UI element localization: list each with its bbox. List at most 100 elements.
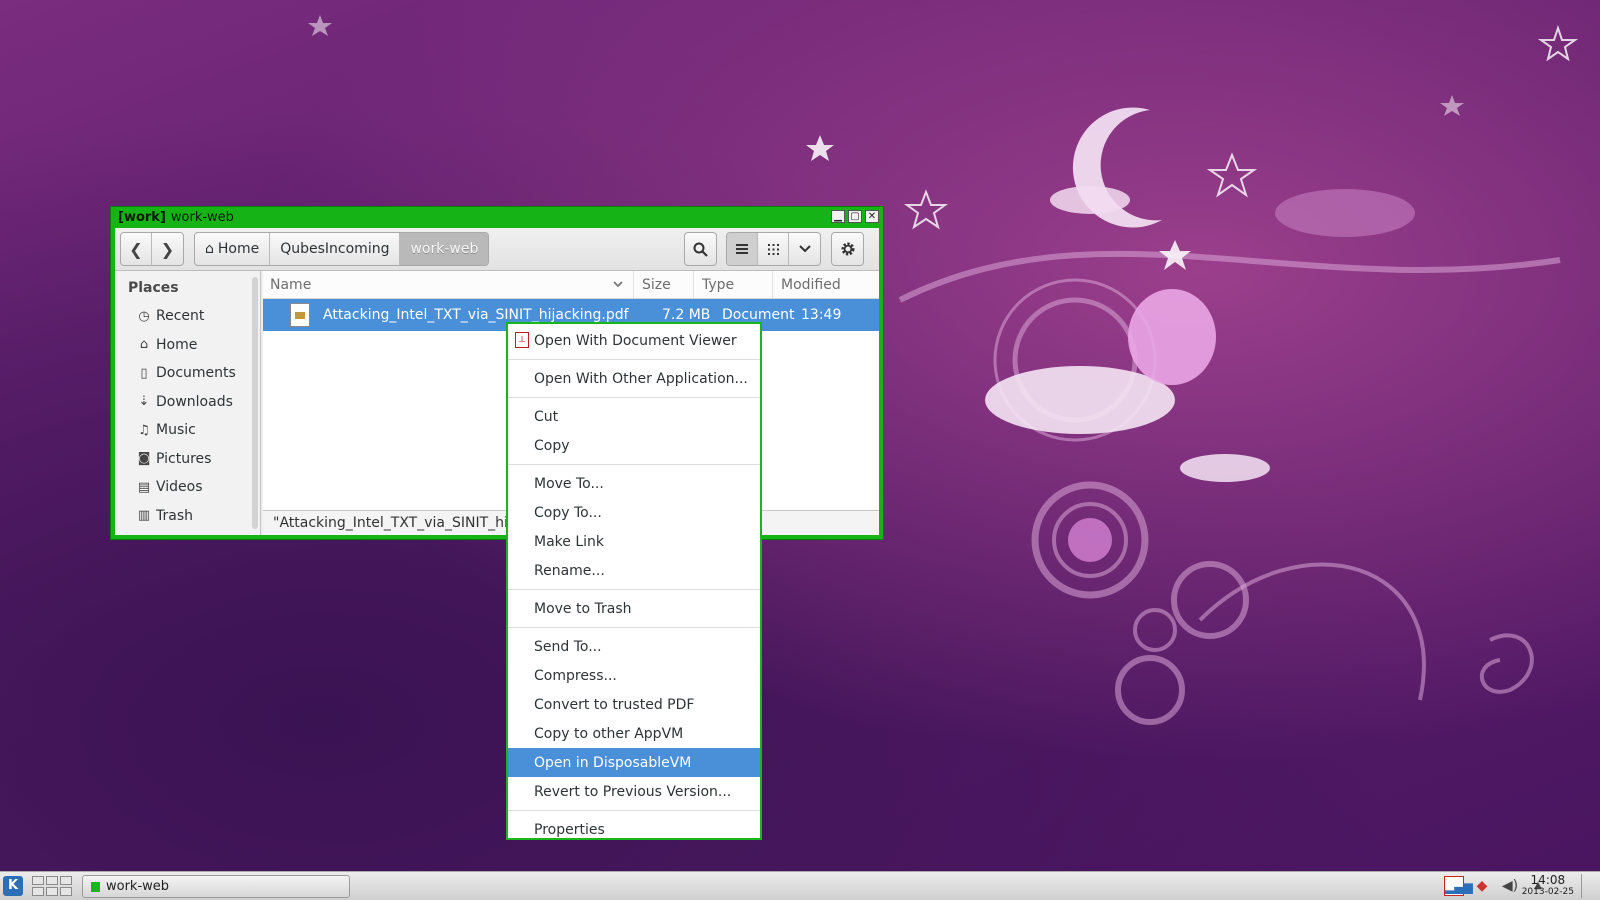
volume-icon[interactable]: ◀) bbox=[1500, 876, 1520, 896]
pager-desktop[interactable] bbox=[46, 887, 58, 896]
sidebar-item-home[interactable]: ⌂ Home bbox=[115, 331, 260, 360]
grid-view-button[interactable] bbox=[758, 233, 789, 265]
music-icon: ♫ bbox=[138, 422, 150, 438]
list-view-button[interactable] bbox=[727, 233, 758, 265]
sidebar-item-label: Downloads bbox=[156, 393, 233, 410]
menu-item-send-to[interactable]: Send To... bbox=[508, 632, 760, 661]
view-buttons bbox=[726, 232, 821, 266]
forward-button[interactable]: ❯ bbox=[152, 233, 183, 265]
menu-item-move-to[interactable]: Move To... bbox=[508, 469, 760, 498]
vm-color-icon bbox=[91, 881, 100, 892]
pdf-file-icon bbox=[290, 303, 310, 327]
menu-item-move-to-trash[interactable]: Move to Trash bbox=[508, 594, 760, 623]
window-title: work-web bbox=[170, 209, 234, 225]
sidebar-item-label: Trash bbox=[156, 507, 193, 524]
clock[interactable]: 14:08 2013-02-25 bbox=[1522, 874, 1574, 898]
sidebar-item-recent[interactable]: ◷ Recent bbox=[115, 302, 260, 331]
task-label: work-web bbox=[106, 879, 170, 894]
places-sidebar: Places ◷ Recent ⌂ Home ▯ Documents ⇣ Downloa… bbox=[115, 271, 261, 535]
settings-button-group bbox=[831, 232, 864, 266]
home-icon: ⌂ bbox=[139, 337, 149, 353]
menu-separator bbox=[508, 810, 760, 811]
column-header-size[interactable]: Size bbox=[634, 271, 694, 298]
menu-item-copy-to-other-appvm[interactable]: Copy to other AppVM bbox=[508, 719, 760, 748]
back-button[interactable]: ❮ bbox=[121, 233, 152, 265]
taskbar-task-work-web[interactable]: work-web bbox=[82, 875, 350, 898]
column-header-name[interactable]: Name bbox=[263, 271, 634, 298]
menu-item-label: Open With Document Viewer bbox=[534, 332, 737, 349]
sidebar-scrollbar[interactable] bbox=[252, 277, 258, 529]
menu-item-copy[interactable]: Copy bbox=[508, 431, 760, 460]
close-button[interactable]: ✕ bbox=[865, 210, 879, 223]
pdf-viewer-icon: ⟂ bbox=[515, 332, 529, 348]
sidebar-item-pictures[interactable]: ◙ Pictures bbox=[115, 445, 260, 474]
menu-item-make-link[interactable]: Make Link bbox=[508, 527, 760, 556]
pager-desktop[interactable] bbox=[46, 876, 58, 885]
vm-domain-label: [work] bbox=[118, 209, 166, 225]
sidebar-item-trash[interactable]: ▥ Trash bbox=[115, 502, 260, 531]
sidebar-item-label: Recent bbox=[156, 308, 205, 325]
breadcrumb-label: Home bbox=[217, 241, 260, 257]
menu-item-copy-to[interactable]: Copy To... bbox=[508, 498, 760, 527]
menu-item-open-in-disposablevm[interactable]: Open in DisposableVM bbox=[508, 748, 760, 777]
chevron-right-icon: ❯ bbox=[160, 239, 175, 259]
menu-item-convert-to-trusted-pdf[interactable]: Convert to trusted PDF bbox=[508, 690, 760, 719]
breadcrumb-work-web[interactable]: work-web bbox=[400, 233, 489, 265]
desktop-pager[interactable] bbox=[32, 876, 72, 896]
application-launcher-button[interactable]: K bbox=[3, 876, 23, 896]
maximize-button[interactable]: ▢ bbox=[848, 210, 862, 223]
sidebar-item-videos[interactable]: ▤ Videos bbox=[115, 473, 260, 502]
menu-separator bbox=[508, 627, 760, 628]
sidebar-item-music[interactable]: ♫ Music bbox=[115, 416, 260, 445]
pager-desktop[interactable] bbox=[60, 876, 72, 885]
breadcrumb-home[interactable]: ⌂ Home bbox=[195, 233, 271, 265]
pager-desktop[interactable] bbox=[32, 876, 44, 885]
menu-item-compress[interactable]: Compress... bbox=[508, 661, 760, 690]
document-icon: ▯ bbox=[140, 365, 148, 381]
show-desktop-button[interactable] bbox=[1581, 874, 1600, 898]
gear-icon bbox=[841, 242, 854, 256]
toolbar: ❮ ❯ ⌂ Home QubesIncoming work-web bbox=[115, 228, 879, 271]
settings-button[interactable] bbox=[832, 233, 863, 265]
list-view-icon bbox=[736, 244, 748, 254]
menu-separator bbox=[508, 359, 760, 360]
grid-view-icon bbox=[767, 243, 779, 255]
minimize-button[interactable]: ▁ bbox=[831, 210, 845, 223]
clock-icon: ◷ bbox=[138, 308, 150, 324]
sort-chevron-icon bbox=[613, 281, 623, 288]
search-button-group bbox=[684, 232, 717, 266]
column-header-row: Name Size Type Modified bbox=[263, 271, 879, 299]
window-titlebar[interactable]: [work] work-web ▁ ▢ ✕ bbox=[111, 207, 883, 227]
menu-item-open-with-document-viewer[interactable]: ⟂ Open With Document Viewer bbox=[508, 326, 760, 355]
film-icon: ▤ bbox=[137, 479, 151, 495]
pager-desktop[interactable] bbox=[32, 887, 44, 896]
search-button[interactable] bbox=[685, 233, 716, 265]
menu-item-open-with-other-application[interactable]: Open With Other Application... bbox=[508, 364, 760, 393]
window-content: ❮ ❯ ⌂ Home QubesIncoming work-web Places… bbox=[115, 228, 879, 535]
sidebar-item-label: Home bbox=[156, 336, 198, 353]
breadcrumb-qubesincoming[interactable]: QubesIncoming bbox=[270, 233, 401, 265]
sidebar-item-downloads[interactable]: ⇣ Downloads bbox=[115, 388, 260, 417]
search-icon bbox=[693, 242, 708, 257]
trash-icon: ▥ bbox=[137, 508, 151, 524]
network-signal-icon[interactable]: ▂▄▆ bbox=[1444, 876, 1473, 896]
pager-desktop[interactable] bbox=[60, 887, 72, 896]
breadcrumb: ⌂ Home QubesIncoming work-web bbox=[194, 232, 490, 266]
menu-item-revert-to-previous-version[interactable]: Revert to Previous Version... bbox=[508, 777, 760, 806]
sidebar-item-label: Videos bbox=[156, 479, 203, 496]
clock-time: 14:08 bbox=[1530, 873, 1566, 887]
clock-date: 2013-02-25 bbox=[1521, 887, 1574, 897]
chevron-down-icon bbox=[798, 245, 811, 253]
view-options-button[interactable] bbox=[789, 233, 820, 265]
chevron-left-icon: ❮ bbox=[129, 239, 143, 259]
column-header-modified[interactable]: Modified bbox=[773, 271, 863, 298]
qubes-manager-icon[interactable]: ◆ bbox=[1472, 876, 1492, 896]
menu-item-cut[interactable]: Cut bbox=[508, 402, 760, 431]
sidebar-item-documents[interactable]: ▯ Documents bbox=[115, 359, 260, 388]
menu-item-properties[interactable]: Properties bbox=[508, 815, 760, 844]
menu-item-rename[interactable]: Rename... bbox=[508, 556, 760, 585]
camera-icon: ◙ bbox=[137, 451, 151, 467]
context-menu: ⟂ Open With Document Viewer Open With Ot… bbox=[506, 322, 762, 840]
column-header-type[interactable]: Type bbox=[694, 271, 773, 298]
file-modified: 13:49 bbox=[801, 307, 842, 323]
